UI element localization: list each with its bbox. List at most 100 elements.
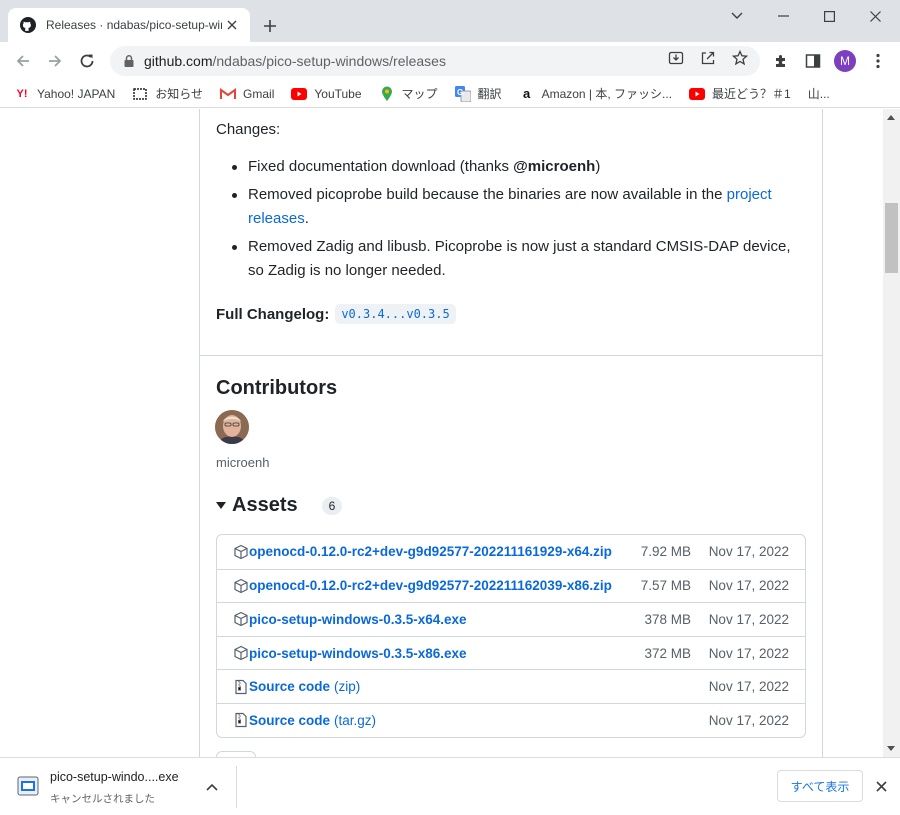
back-icon[interactable] — [9, 47, 37, 75]
list-item: Fixed documentation download (thanks @mi… — [230, 155, 810, 179]
bookmark-gmail[interactable]: Gmail — [220, 86, 274, 102]
reload-icon[interactable] — [73, 47, 101, 75]
bookmark-label: マップ — [401, 87, 438, 101]
scroll-up-icon[interactable] — [887, 115, 895, 120]
tab-close-icon[interactable] — [222, 15, 242, 35]
scrollbar-thumb[interactable] — [885, 203, 898, 273]
tab-search-icon[interactable] — [714, 0, 760, 32]
new-tab-icon[interactable] — [258, 14, 282, 38]
url-path: /ndabas/pico-setup-windows/releases — [212, 53, 446, 69]
bookmark-label: 山... — [807, 87, 830, 101]
assets-heading: Assets — [232, 494, 298, 516]
asset-size: 378 MB — [644, 611, 691, 627]
asset-row[interactable]: pico-setup-windows-0.3.5-x64.exe 378 MB … — [217, 602, 805, 636]
list-item: Removed Zadig and libusb. Picoprobe is n… — [230, 235, 810, 283]
asset-size: 7.57 MB — [640, 578, 691, 594]
profile-avatar[interactable]: M — [834, 50, 856, 72]
bullet-text: ) — [595, 158, 601, 175]
bookmark-amazon[interactable]: a Amazon | 本, ファッシ... — [519, 85, 672, 102]
list-item: Removed picoprobe build because the bina… — [230, 183, 810, 231]
tab-title: Releases · ndabas/pico-setup-windows — [46, 18, 222, 32]
youtube-icon — [689, 86, 706, 102]
page-viewport: Changes: Fixed documentation download (t… — [0, 109, 883, 757]
maximize-icon[interactable] — [806, 0, 852, 32]
file-zip-icon — [235, 713, 247, 728]
asset-date: Nov 17, 2022 — [708, 645, 789, 661]
bookmark-maps[interactable]: マップ — [379, 85, 438, 102]
bookmark-notice[interactable]: お知らせ — [132, 85, 203, 102]
url-host: github.com — [144, 53, 213, 69]
youtube-icon — [291, 86, 308, 102]
download-shelf: pico-setup-windo....exe キャンセルされました すべて表示 — [0, 757, 900, 815]
asset-date: Nov 17, 2022 — [708, 578, 789, 594]
address-bar[interactable]: github.com/ndabas/pico-setup-windows/rel… — [110, 46, 760, 76]
bookmark-youtube[interactable]: YouTube — [291, 86, 362, 102]
close-shelf-icon[interactable] — [872, 777, 890, 795]
asset-row[interactable]: openocd-0.12.0-rc2+dev-g9d92577-20221116… — [217, 568, 805, 603]
contributor-name[interactable]: microenh — [216, 455, 269, 470]
asset-ext[interactable]: (tar.gz) — [334, 713, 376, 728]
chevron-up-icon[interactable] — [204, 779, 220, 795]
download-filename[interactable]: pico-setup-windo....exe — [50, 770, 179, 784]
asset-name[interactable]: Source code — [249, 713, 330, 728]
bookmark-translate[interactable]: G 翻訳 — [454, 85, 502, 102]
forward-icon[interactable] — [41, 47, 69, 75]
yahoo-icon: Y! — [16, 87, 28, 100]
divider — [236, 766, 237, 808]
close-window-icon[interactable] — [852, 0, 898, 32]
bookmark-label: 最近どう？＃1 — [712, 87, 791, 101]
asset-row[interactable]: Source code (tar.gz) Nov 17, 2022 — [217, 702, 805, 737]
changelog-compare-link[interactable]: v0.3.4...v0.3.5 — [335, 304, 456, 324]
package-icon — [234, 578, 248, 594]
bookmark-label: Gmail — [243, 86, 275, 101]
bookmark-yahoo[interactable]: Y! Yahoo! JAPAN — [14, 86, 116, 102]
contributor-avatar[interactable] — [215, 410, 249, 444]
share-icon[interactable] — [699, 49, 717, 67]
asset-ext[interactable]: (zip) — [334, 679, 360, 694]
contributors-heading: Contributors — [216, 377, 338, 399]
asset-name[interactable]: Source code — [249, 679, 330, 694]
bullet-text: . — [304, 210, 309, 227]
gmail-icon — [220, 86, 237, 102]
asset-size: 372 MB — [644, 645, 691, 661]
package-icon — [234, 645, 248, 661]
extensions-icon[interactable] — [771, 51, 791, 71]
changes-list: Fixed documentation download (thanks @mi… — [230, 155, 810, 287]
asset-date: Nov 17, 2022 — [708, 712, 789, 728]
show-all-downloads-button[interactable]: すべて表示 — [777, 770, 863, 802]
asset-date: Nov 17, 2022 — [708, 544, 789, 560]
github-icon — [20, 17, 36, 33]
user-mention[interactable]: @microenh — [513, 158, 595, 175]
install-app-icon[interactable] — [667, 49, 685, 67]
bookmark-label: 翻訳 — [477, 87, 502, 101]
bookmark-overflow[interactable]: 山... — [808, 85, 830, 102]
asset-row[interactable]: Source code (zip) Nov 17, 2022 — [217, 669, 805, 703]
side-panel-icon[interactable] — [803, 51, 823, 71]
asset-name[interactable]: openocd-0.12.0-rc2+dev-g9d92577-20221116… — [249, 578, 612, 593]
bookmarks-bar: Y! Yahoo! JAPAN お知らせ Gmail YouTube マップ G… — [0, 80, 900, 108]
amazon-icon: a — [522, 86, 531, 101]
minimize-icon[interactable] — [760, 0, 806, 32]
translate-icon: G — [454, 85, 471, 102]
bookmark-star-icon[interactable] — [731, 49, 749, 67]
asset-date: Nov 17, 2022 — [708, 679, 789, 695]
assets-count-badge: 6 — [321, 496, 343, 515]
bookmark-youtube-video[interactable]: 最近どう？＃1 — [689, 85, 791, 102]
asset-row[interactable]: pico-setup-windows-0.3.5-x86.exe 372 MB … — [217, 635, 805, 670]
package-icon — [234, 544, 248, 559]
asset-name[interactable]: pico-setup-windows-0.3.5-x64.exe — [249, 612, 467, 627]
asset-name[interactable]: openocd-0.12.0-rc2+dev-g9d92577-20221116… — [249, 544, 612, 559]
assets-toggle[interactable]: Assets 6 — [216, 494, 343, 517]
asset-name[interactable]: pico-setup-windows-0.3.5-x86.exe — [249, 646, 467, 661]
asset-date: Nov 17, 2022 — [708, 611, 789, 627]
browser-tab[interactable]: Releases · ndabas/pico-setup-windows — [8, 8, 250, 42]
bullet-text: Removed Zadig and libusb. Picoprobe is n… — [248, 238, 791, 279]
bookmark-label: YouTube — [314, 86, 362, 101]
page-scrollbar[interactable] — [883, 109, 900, 757]
browser-toolbar: github.com/ndabas/pico-setup-windows/rel… — [0, 42, 900, 80]
menu-kebab-icon[interactable] — [868, 51, 888, 71]
installer-file-icon — [17, 776, 39, 796]
asset-row[interactable]: openocd-0.12.0-rc2+dev-g9d92577-20221116… — [217, 535, 805, 569]
scroll-down-icon[interactable] — [887, 746, 895, 751]
changes-heading: Changes: — [216, 121, 281, 138]
